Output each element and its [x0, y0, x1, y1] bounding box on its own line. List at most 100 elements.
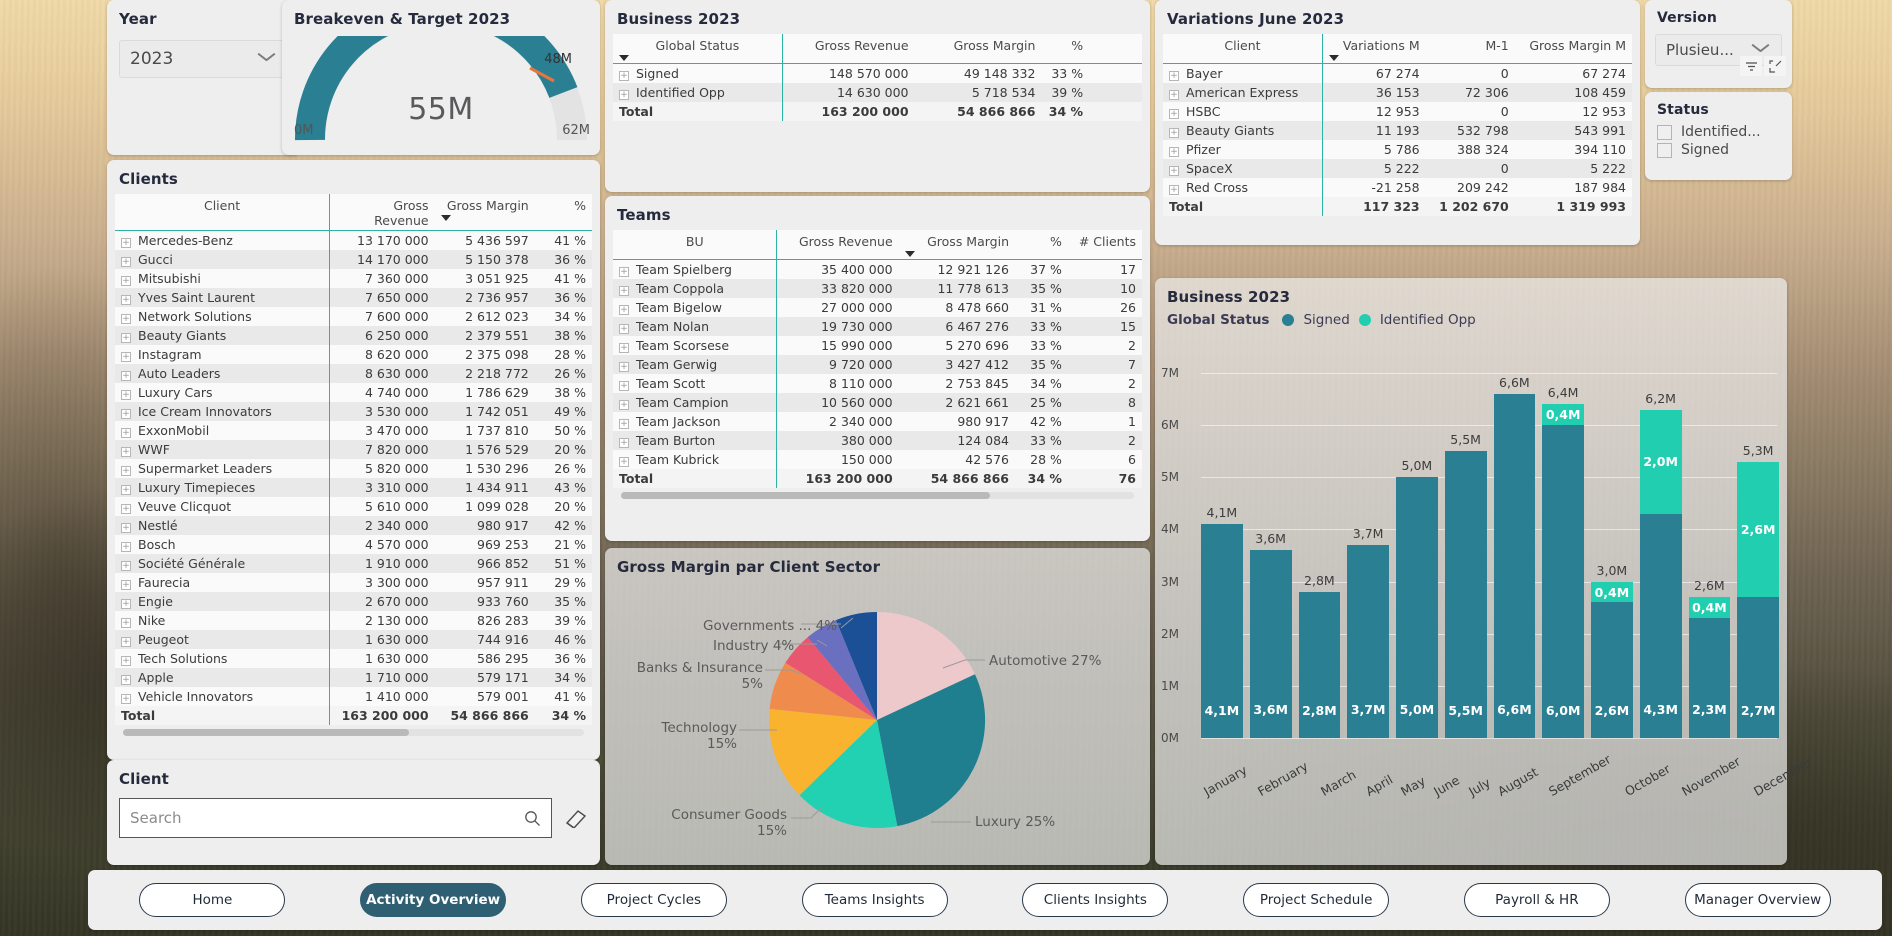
table-row[interactable]: + Engie 2 670 000 933 760 35 % [115, 592, 592, 611]
table-total-row[interactable]: Total 163 200 000 54 866 866 34 % [115, 706, 592, 725]
bar-segment-identified-opp[interactable]: 2,6M [1737, 461, 1779, 598]
table-row[interactable]: + American Express 36 153 72 306 108 459 [1163, 83, 1632, 102]
table-total-row[interactable]: Total 117 323 1 202 670 1 319 993 [1163, 197, 1632, 216]
table-row[interactable]: + Bayer 67 274 0 67 274 [1163, 63, 1632, 83]
expand-row-icon[interactable]: + [121, 523, 131, 533]
expand-row-icon[interactable]: + [121, 295, 131, 305]
bar-column[interactable]: 5,3M 2,6M 2,7M [1737, 373, 1779, 738]
table-row[interactable]: + Red Cross -21 258 209 242 187 984 [1163, 178, 1632, 197]
expand-row-icon[interactable]: + [121, 656, 131, 666]
table-row[interactable]: + Vehicle Innovators 1 410 000 579 001 41 % [115, 687, 592, 706]
table-row[interactable]: + Société Générale 1 910 000 966 852 51 % [115, 554, 592, 573]
scrollbar-thumb[interactable] [621, 492, 991, 499]
table-row[interactable]: + Team Bigelow 27 000 000 8 478 660 31 % 26 [613, 298, 1142, 317]
table-row[interactable]: + Mitsubishi 7 360 000 3 051 925 41 % [115, 269, 592, 288]
expand-row-icon[interactable]: + [121, 257, 131, 267]
bar-segment-identified-opp[interactable]: 0,4M [1542, 404, 1584, 426]
nav-button-activity-overview[interactable]: Activity Overview [360, 883, 507, 917]
expand-row-icon[interactable]: + [121, 485, 131, 495]
table-row[interactable]: + HSBC 12 953 0 12 953 [1163, 102, 1632, 121]
table-total-row[interactable]: Total 163 200 000 54 866 866 34 % [613, 102, 1142, 121]
nav-button-project-schedule[interactable]: Project Schedule [1243, 883, 1390, 917]
col-m-minus-1[interactable]: M-1 [1425, 34, 1515, 64]
table-row[interactable]: + Team Coppola 33 820 000 11 778 613 35 % 10 [613, 279, 1142, 298]
table-row[interactable]: + Signed 148 570 000 49 148 332 33 % [613, 63, 1142, 83]
business-table[interactable]: Global Status Gross Revenue Gross Margin… [613, 34, 1142, 121]
expand-row-icon[interactable]: + [619, 457, 629, 467]
clients-horizontal-scrollbar[interactable] [123, 729, 584, 736]
bar-segment-identified-opp[interactable]: 0,4M [1688, 597, 1731, 619]
expand-row-icon[interactable]: + [121, 542, 131, 552]
expand-row-icon[interactable]: + [121, 238, 131, 248]
col-gross-margin-m[interactable]: Gross Margin M [1514, 34, 1632, 64]
chevron-down-icon[interactable] [257, 53, 277, 65]
expand-row-icon[interactable]: + [121, 504, 131, 514]
col-gross-revenue[interactable]: Gross Revenue [329, 194, 435, 231]
expand-row-icon[interactable]: + [619, 343, 629, 353]
col-gross-margin[interactable]: Gross Margin [898, 230, 1016, 260]
checkbox-signed[interactable] [1657, 142, 1672, 158]
bar-segment-signed[interactable]: 5,0M [1396, 477, 1438, 738]
table-row[interactable]: + Team Jackson 2 340 000 980 917 42 % 1 [613, 412, 1142, 431]
table-row[interactable]: + Team Kubrick 150 000 42 576 28 % 6 [613, 450, 1142, 469]
bar-segment-signed[interactable]: 4,1M [1201, 524, 1243, 738]
table-row[interactable]: + Veuve Clicquot 5 610 000 1 099 028 20 % [115, 497, 592, 516]
expand-row-icon[interactable]: + [1169, 166, 1179, 176]
expand-row-icon[interactable]: + [619, 362, 629, 372]
bar-column[interactable]: 3,0M 0,4M 2,6M [1591, 373, 1633, 738]
scrollbar-thumb[interactable] [123, 729, 409, 736]
expand-row-icon[interactable]: + [121, 352, 131, 362]
expand-row-icon[interactable]: + [1169, 71, 1179, 81]
bar-column[interactable]: 6,4M 0,4M 6,0M [1542, 373, 1584, 738]
expand-row-icon[interactable]: + [1169, 109, 1179, 119]
col-gross-revenue[interactable]: Gross Revenue [776, 230, 899, 260]
pie-chart-visual[interactable]: Governments ... 4% Industry 4% Banks & I… [605, 582, 1150, 854]
table-row[interactable]: + Team Burton 380 000 124 084 33 % 2 [613, 431, 1142, 450]
table-row[interactable]: + Pfizer 5 786 388 324 394 110 [1163, 140, 1632, 159]
bar-segment-signed[interactable]: 3,7M [1347, 545, 1389, 738]
search-input[interactable]: Search [119, 798, 552, 838]
expand-row-icon[interactable]: + [121, 447, 131, 457]
teams-horizontal-scrollbar[interactable] [621, 492, 1134, 499]
col-gross-margin[interactable]: Gross Margin [914, 34, 1042, 64]
table-row[interactable]: + Gucci 14 170 000 5 150 378 36 % [115, 250, 592, 269]
legend-label-identified-opp[interactable]: Identified Opp [1380, 312, 1476, 328]
filter-icon[interactable] [1740, 56, 1762, 76]
expand-row-icon[interactable]: + [121, 314, 131, 324]
variations-table[interactable]: Client Variations M M-1 Gross Margin M +… [1163, 34, 1632, 216]
col-pct[interactable]: % [534, 194, 592, 231]
expand-row-icon[interactable]: + [121, 694, 131, 704]
table-row[interactable]: + Bosch 4 570 000 969 253 21 % [115, 535, 592, 554]
table-row[interactable]: + Luxury Timepieces 3 310 000 1 434 911 43 % [115, 478, 592, 497]
expand-row-icon[interactable]: + [121, 561, 131, 571]
expand-row-icon[interactable]: + [619, 419, 629, 429]
table-row[interactable]: + Ice Cream Innovators 3 530 000 1 742 051 4… [115, 402, 592, 421]
nav-button-manager-overview[interactable]: Manager Overview [1684, 883, 1831, 917]
table-row[interactable]: + Supermarket Leaders 5 820 000 1 530 296 26… [115, 459, 592, 478]
bar-segment-signed[interactable]: 6,0M [1542, 425, 1584, 738]
table-row[interactable]: + Faurecia 3 300 000 957 911 29 % [115, 573, 592, 592]
expand-row-icon[interactable]: + [121, 390, 131, 400]
table-row[interactable]: + Network Solutions 7 600 000 2 612 023 34 % [115, 307, 592, 326]
expand-row-icon[interactable]: + [121, 428, 131, 438]
bar-column[interactable]: 6,6M 6,6M [1493, 373, 1536, 738]
expand-row-icon[interactable]: + [121, 580, 131, 590]
expand-row-icon[interactable]: + [619, 381, 629, 391]
status-checkbox-row[interactable]: Signed [1657, 142, 1780, 158]
expand-row-icon[interactable]: + [121, 637, 131, 647]
bar-column[interactable]: 5,5M 5,5M [1444, 373, 1487, 738]
table-row[interactable]: + Apple 1 710 000 579 171 34 % [115, 668, 592, 687]
bar-segment-signed[interactable]: 2,6M [1591, 602, 1633, 738]
clients-table[interactable]: Client Gross Revenue Gross Margin % + Mer… [115, 194, 592, 725]
bar-column[interactable]: 6,2M 2,0M 4,3M [1639, 373, 1682, 738]
expand-row-icon[interactable]: + [121, 599, 131, 609]
table-row[interactable]: + Auto Leaders 8 630 000 2 218 772 26 % [115, 364, 592, 383]
col-variations-m[interactable]: Variations M [1321, 34, 1426, 64]
bar-column[interactable]: 2,6M 0,4M 2,3M [1688, 373, 1731, 738]
col-client[interactable]: Client [1163, 34, 1323, 64]
search-icon[interactable] [524, 810, 541, 827]
expand-row-icon[interactable]: + [619, 400, 629, 410]
expand-row-icon[interactable]: + [1169, 185, 1179, 195]
col-num-clients[interactable]: # Clients [1067, 230, 1142, 260]
bar-segment-signed[interactable]: 6,6M [1493, 393, 1536, 738]
